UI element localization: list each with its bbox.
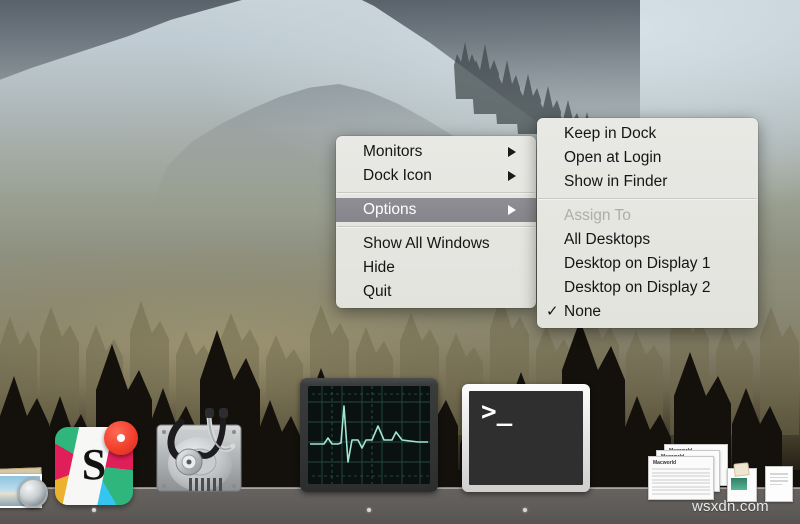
dock-item-package-file[interactable] [727, 462, 757, 502]
oscilloscope-frame [300, 378, 438, 492]
menu-item-label: Dock Icon [363, 167, 432, 184]
menu-item-label: Show All Windows [363, 235, 490, 252]
dock-context-menu[interactable]: Monitors Dock Icon Options Show All Wind… [336, 136, 536, 308]
menu-item-monitors[interactable]: Monitors [336, 140, 536, 164]
document-title-front: Macworld [653, 460, 677, 466]
menu-item-keep-in-dock[interactable]: Keep in Dock [537, 122, 758, 146]
menu-item-desktop-on-display-2[interactable]: Desktop on Display 2 [537, 276, 758, 300]
document-table-preview [652, 468, 710, 495]
oscilloscope-screen [308, 386, 430, 484]
running-indicator-activity-monitor [367, 508, 371, 512]
menu-item-show-all-windows[interactable]: Show All Windows [336, 232, 536, 256]
dock-item-activity-monitor[interactable] [300, 378, 438, 492]
dock-item-pdf-file[interactable] [765, 466, 793, 502]
terminal-screen: >_ [469, 391, 583, 485]
running-indicator-terminal [523, 508, 527, 512]
menu-item-label: Monitors [363, 143, 423, 160]
menu-item-none[interactable]: ✓ None [537, 300, 758, 324]
record-dot [117, 434, 125, 442]
checkmark-icon: ✓ [546, 303, 559, 320]
running-indicator-slack [92, 508, 96, 512]
dock-item-disk-utility[interactable] [145, 400, 255, 505]
menu-item-label: Desktop on Display 2 [564, 279, 711, 296]
menu-item-show-in-finder[interactable]: Show in Finder [537, 170, 758, 194]
menu-item-label: Assign To [564, 207, 631, 224]
ekg-trace [308, 386, 430, 484]
menu-item-label: All Desktops [564, 231, 651, 248]
chevron-right-icon [508, 147, 516, 157]
document-sheet-front: Macworld [648, 456, 714, 500]
menu-item-all-desktops[interactable]: All Desktops [537, 228, 758, 252]
magnifier-icon [18, 478, 48, 508]
package-thumbnail [731, 478, 747, 490]
menu-item-label: Show in Finder [564, 173, 668, 190]
menu-item-hide[interactable]: Hide [336, 256, 536, 280]
menu-item-label: Quit [363, 283, 392, 300]
terminal-prompt-glyph: >_ [481, 397, 513, 427]
desktop-screen: S >_ Macworld Monitors Dock Icon Options… [0, 0, 800, 524]
menu-separator [337, 192, 535, 194]
menu-item-label: None [564, 303, 602, 320]
record-badge-icon [104, 421, 138, 455]
menu-item-label: Desktop on Display 1 [564, 255, 711, 272]
menu-header-assign-to: Assign To [537, 204, 758, 228]
chevron-right-icon [508, 205, 516, 215]
dock-item-slack[interactable]: S [55, 421, 138, 507]
menu-item-desktop-on-display-1[interactable]: Desktop on Display 1 [537, 252, 758, 276]
chevron-right-icon [508, 171, 516, 181]
menu-item-options[interactable]: Options [336, 198, 536, 222]
menu-item-quit[interactable]: Quit [336, 280, 536, 304]
menu-item-dock-icon[interactable]: Dock Icon [336, 164, 536, 188]
menu-separator [538, 198, 757, 200]
terminal-frame: >_ [462, 384, 590, 492]
dock-item-documents-stack[interactable]: Macworld Macworld Macworld [648, 444, 730, 500]
options-submenu[interactable]: Keep in Dock Open at Login Show in Finde… [537, 118, 758, 328]
menu-item-label: Hide [363, 259, 395, 276]
menu-item-label: Open at Login [564, 149, 662, 166]
site-watermark: wsxdn.com [692, 498, 769, 515]
dock-item-preview[interactable] [0, 462, 52, 508]
package-flap [733, 462, 750, 477]
menu-item-label: Keep in Dock [564, 125, 657, 142]
menu-separator [337, 226, 535, 228]
dock-item-terminal[interactable]: >_ [462, 384, 590, 492]
pdf-body [765, 466, 793, 502]
menu-item-open-at-login[interactable]: Open at Login [537, 146, 758, 170]
menu-item-label: Options [363, 201, 417, 218]
